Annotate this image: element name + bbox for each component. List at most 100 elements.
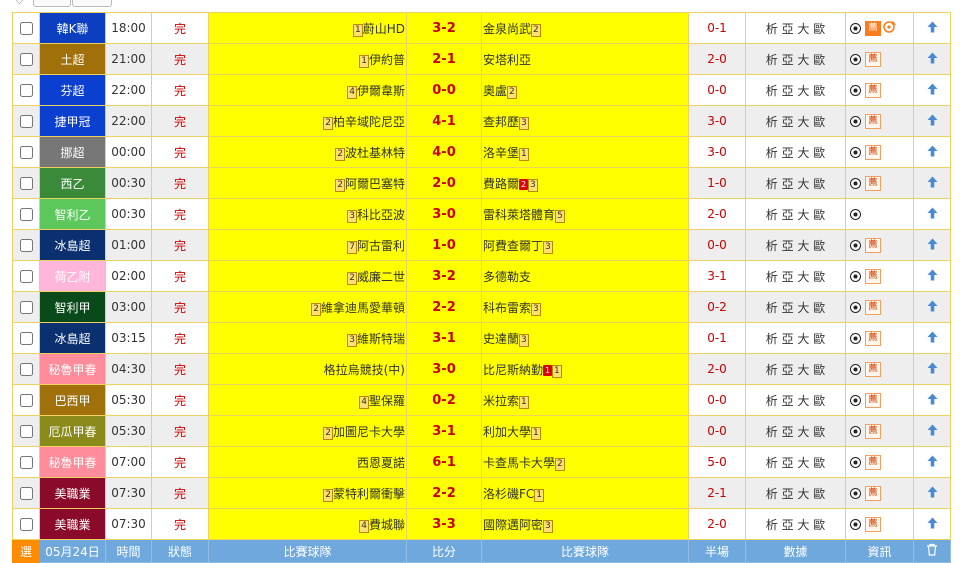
pin-to-top-icon[interactable] (927, 21, 938, 36)
home-team-cell[interactable]: 2 加圖尼卡大學 (208, 415, 407, 447)
analysis-links[interactable]: 析 亞 大 歐 (745, 105, 846, 137)
analysis-links[interactable]: 析 亞 大 歐 (745, 446, 846, 478)
match-row[interactable]: 土超 21:00 完 1 伊約普 2-1 安塔利亞 2-0 析 亞 大 歐薦 (12, 43, 951, 75)
pin-to-top-icon[interactable] (927, 83, 938, 98)
pin-to-top-icon[interactable] (927, 300, 938, 315)
soccer-ball-icon[interactable] (850, 115, 861, 127)
soccer-ball-icon[interactable] (850, 22, 861, 34)
pin-to-top-icon[interactable] (927, 114, 938, 129)
league-badge[interactable]: 韓K聯 (39, 12, 106, 44)
league-badge[interactable]: 土超 (39, 43, 106, 75)
recommend-icon[interactable]: 薦 (865, 485, 881, 501)
soccer-ball-icon[interactable] (850, 456, 861, 468)
analysis-links[interactable]: 析 亞 大 歐 (745, 136, 846, 168)
soccer-ball-icon[interactable] (850, 301, 861, 313)
match-row[interactable]: 韓K聯 18:00 完 1 蔚山HD 3-2 金泉尚武 2 0-1 析 亞 大 歐薦 (12, 12, 951, 44)
row-checkbox[interactable] (19, 394, 33, 407)
recommend-icon[interactable]: 薦 (865, 361, 881, 377)
recommend-icon[interactable]: 薦 (865, 392, 881, 408)
away-team-cell[interactable]: 安塔利亞 (481, 43, 689, 75)
recommend-icon[interactable]: 薦 (865, 423, 881, 439)
away-team-cell[interactable]: 科布雷索 3 (481, 291, 689, 323)
full-time-score[interactable]: 2-2 (406, 477, 482, 509)
pin-to-top-icon[interactable] (927, 52, 938, 67)
full-time-score[interactable]: 3-1 (406, 415, 482, 447)
match-row[interactable]: 美職業 07:30 完 2 蒙特利爾衝擊 2-2 洛杉磯FC 1 2-1 析 亞 大 歐薦 (12, 477, 951, 509)
match-row[interactable]: 秘魯甲春 07:00 完西恩夏諾 6-1 卡查馬卡大學 2 5-0 析 亞 大 歐薦 (12, 446, 951, 478)
pin-to-top-icon[interactable] (927, 517, 938, 532)
league-badge[interactable]: 美職業 (39, 477, 106, 509)
row-checkbox[interactable] (19, 363, 33, 376)
analysis-links[interactable]: 析 亞 大 歐 (745, 477, 846, 509)
home-team-cell[interactable]: 格拉烏競技(中) (208, 353, 407, 385)
home-team-cell[interactable]: 2 威廉二世 (208, 260, 407, 292)
full-time-score[interactable]: 4-1 (406, 105, 482, 137)
soccer-ball-icon[interactable] (850, 53, 861, 65)
pin-to-top-icon[interactable] (927, 362, 938, 377)
full-time-score[interactable]: 3-2 (406, 12, 482, 44)
match-row[interactable]: 挪超 00:00 完 2 波杜基林特 4-0 洛辛堡 1 3-0 析 亞 大 歐薦 (12, 136, 951, 168)
league-badge[interactable]: 挪超 (39, 136, 106, 168)
away-team-cell[interactable]: 金泉尚武 2 (481, 12, 689, 44)
league-badge[interactable]: 巴西甲 (39, 384, 106, 416)
recommend-icon[interactable]: 薦 (865, 175, 881, 191)
analysis-links[interactable]: 析 亞 大 歐 (745, 353, 846, 385)
analysis-links[interactable]: 析 亞 大 歐 (745, 198, 846, 230)
full-time-score[interactable]: 1-0 (406, 229, 482, 261)
analysis-links[interactable]: 析 亞 大 歐 (745, 74, 846, 106)
match-row[interactable]: 巴西甲 05:30 完 4 聖保羅 0-2 米拉索 1 0-0 析 亞 大 歐薦 (12, 384, 951, 416)
full-time-score[interactable]: 3-3 (406, 508, 482, 540)
soccer-ball-icon[interactable] (850, 84, 861, 96)
soccer-ball-icon[interactable] (850, 146, 861, 158)
soccer-ball-icon[interactable] (850, 209, 861, 220)
match-row[interactable]: 厄瓜甲春 05:30 完 2 加圖尼卡大學 3-1 利加大學 1 0-0 析 亞 大 歐薦 (12, 415, 951, 447)
home-team-cell[interactable]: 2 柏辛域陀尼亞 (208, 105, 407, 137)
full-time-score[interactable]: 2-2 (406, 291, 482, 323)
league-badge[interactable]: 捷甲冠 (39, 105, 106, 137)
home-team-cell[interactable]: 1 伊約普 (208, 43, 407, 75)
away-team-cell[interactable]: 史達蘭 3 (481, 322, 689, 354)
full-time-score[interactable]: 0-0 (406, 74, 482, 106)
row-checkbox[interactable] (19, 270, 33, 283)
soccer-ball-icon[interactable] (850, 518, 861, 530)
row-checkbox[interactable] (19, 425, 33, 438)
row-checkbox[interactable] (19, 332, 33, 345)
league-badge[interactable]: 荷乙附 (39, 260, 106, 292)
away-team-cell[interactable]: 洛杉磯FC 1 (481, 477, 689, 509)
away-team-cell[interactable]: 雷科萊塔體育 5 (481, 198, 689, 230)
recommend-icon[interactable]: 薦 (865, 454, 881, 470)
home-team-cell[interactable]: 2 波杜基林特 (208, 136, 407, 168)
analysis-links[interactable]: 析 亞 大 歐 (745, 384, 846, 416)
soccer-ball-icon[interactable] (850, 332, 861, 344)
home-team-cell[interactable]: 4 費城聯 (208, 508, 407, 540)
recommend-icon[interactable]: 薦 (865, 237, 881, 253)
row-checkbox[interactable] (19, 177, 33, 190)
pin-to-top-icon[interactable] (927, 393, 938, 408)
away-team-cell[interactable]: 查邦歷 3 (481, 105, 689, 137)
match-row[interactable]: 冰島超 01:00 完 7 阿古雷利 1-0 阿費查爾丁 3 0-0 析 亞 大 歐薦 (12, 229, 951, 261)
row-checkbox[interactable] (19, 239, 33, 252)
full-time-score[interactable]: 4-0 (406, 136, 482, 168)
full-time-score[interactable]: 2-0 (406, 167, 482, 199)
pin-to-top-icon[interactable] (927, 176, 938, 191)
soccer-ball-icon[interactable] (850, 363, 861, 375)
select-all-cell[interactable]: 選 (12, 539, 40, 563)
home-team-cell[interactable]: 4 聖保羅 (208, 384, 407, 416)
analysis-links[interactable]: 析 亞 大 歐 (745, 322, 846, 354)
row-checkbox[interactable] (19, 53, 33, 66)
away-team-cell[interactable]: 卡查馬卡大學 2 (481, 446, 689, 478)
analysis-links[interactable]: 析 亞 大 歐 (745, 508, 846, 540)
league-badge[interactable]: 冰島超 (39, 229, 106, 261)
pin-to-top-icon[interactable] (927, 145, 938, 160)
toolbar-button-1[interactable] (33, 0, 71, 7)
row-checkbox[interactable] (19, 115, 33, 128)
match-row[interactable]: 秘魯甲春 04:30 完格拉烏競技(中) 3-0 比尼斯納勤 1 1 2-0 析 亞 大 歐薦 (12, 353, 951, 385)
match-row[interactable]: 冰島超 03:15 完 3 維斯特瑞 3-1 史達蘭 3 0-1 析 亞 大 歐薦 (12, 322, 951, 354)
row-checkbox[interactable] (19, 22, 33, 35)
away-team-cell[interactable]: 阿費查爾丁 3 (481, 229, 689, 261)
home-team-cell[interactable]: 7 阿古雷利 (208, 229, 407, 261)
row-checkbox[interactable] (19, 518, 33, 531)
recommend-icon[interactable]: 薦 (865, 268, 881, 284)
league-badge[interactable]: 智利乙 (39, 198, 106, 230)
soccer-ball-icon[interactable] (850, 394, 861, 406)
